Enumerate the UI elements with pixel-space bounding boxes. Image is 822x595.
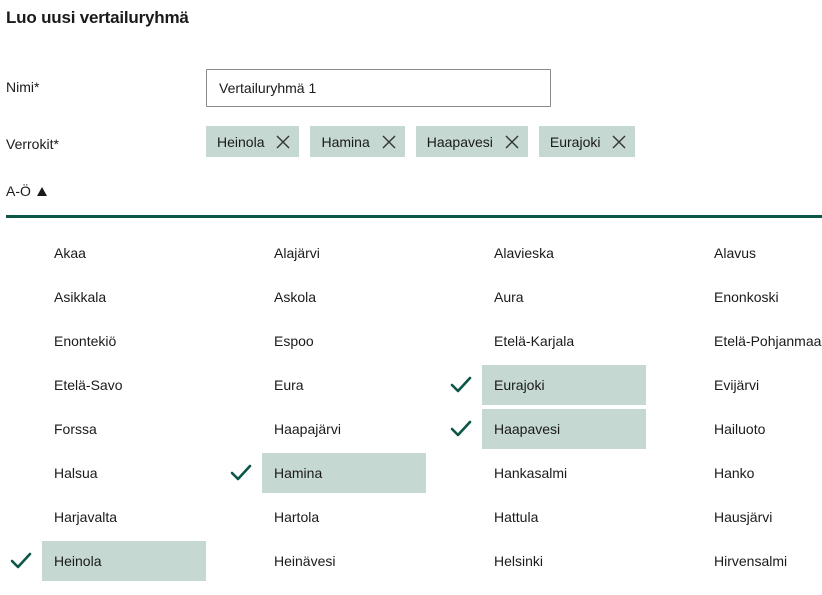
municipality-label: Alavus [714, 245, 757, 261]
selected-chip: Eurajoki [538, 126, 636, 157]
municipality-label: Haapavesi [494, 421, 561, 437]
compare-group-dialog: Luo uusi vertailuryhmä Nimi* Verrokit* H… [0, 0, 822, 595]
municipality-item[interactable]: Etelä-Pohjanmaa [702, 321, 822, 361]
municipality-item[interactable]: Forssa [42, 409, 206, 449]
municipality-item[interactable]: Etelä-Savo [42, 365, 206, 405]
municipality-item[interactable]: Helsinki [482, 541, 646, 581]
municipality-label: Harjavalta [54, 509, 118, 525]
municipality-item[interactable]: Hamina [262, 453, 426, 493]
municipality-label: Haapajärvi [274, 421, 341, 437]
sort-ascending-icon [36, 186, 47, 196]
municipality-label: Akaa [54, 245, 86, 261]
municipality-label: Evijärvi [714, 377, 760, 393]
municipality-label: Forssa [54, 421, 97, 437]
chip-label: Haapavesi [426, 133, 493, 150]
municipality-item[interactable]: Eura [262, 365, 426, 405]
chip-label: Eurajoki [549, 133, 601, 150]
selected-chips: Heinola Hamina Haapavesi Eurajoki [206, 126, 636, 157]
municipality-label: Hankasalmi [494, 465, 568, 481]
remove-chip-icon[interactable] [276, 135, 290, 149]
name-input[interactable] [206, 69, 551, 107]
municipality-label: Eurajoki [494, 377, 545, 393]
municipality-label: Askola [274, 289, 317, 305]
municipality-label: Hartola [274, 509, 320, 525]
sort-label: A-Ö [6, 183, 31, 199]
municipality-item[interactable]: Heinävesi [262, 541, 426, 581]
checkmark-icon [10, 552, 32, 569]
municipality-label: Hausjärvi [714, 509, 773, 525]
municipality-item[interactable]: Asikkala [42, 277, 206, 317]
municipality-label: Alavieska [494, 245, 554, 261]
name-label: Nimi* [6, 79, 40, 95]
checkmark-icon [450, 376, 472, 393]
divider [6, 215, 822, 218]
municipality-item[interactable]: Eurajoki [482, 365, 646, 405]
municipality-item[interactable]: Haapajärvi [262, 409, 426, 449]
municipality-label: Espoo [274, 333, 314, 349]
municipality-label: Halsua [54, 465, 98, 481]
chip-label: Heinola [217, 133, 265, 150]
municipality-item[interactable]: Askola [262, 277, 426, 317]
municipality-label: Etelä-Karjala [494, 333, 575, 349]
municipality-label: Eura [274, 377, 304, 393]
municipality-item[interactable]: Akaa [42, 233, 206, 273]
municipality-label: Hailuoto [714, 421, 766, 437]
municipality-item[interactable]: Heinola [42, 541, 206, 581]
municipality-item[interactable]: Harjavalta [42, 497, 206, 537]
municipality-item[interactable]: Haapavesi [482, 409, 646, 449]
municipality-label: Enontekiö [54, 333, 117, 349]
municipality-label: Helsinki [494, 553, 544, 569]
municipality-item[interactable]: Etelä-Karjala [482, 321, 646, 361]
municipality-label: Enonkoski [714, 289, 779, 305]
municipality-item[interactable]: Hartola [262, 497, 426, 537]
page-title: Luo uusi vertailuryhmä [6, 8, 189, 27]
municipality-label: Hattula [494, 509, 539, 525]
municipality-item[interactable]: Enontekiö [42, 321, 206, 361]
municipality-item[interactable]: Alavus [702, 233, 822, 273]
checkmark-icon [230, 464, 252, 481]
municipality-label: Heinävesi [274, 553, 336, 569]
municipality-label: Hamina [274, 465, 323, 481]
selected-chip: Haapavesi [415, 126, 528, 157]
municipality-item[interactable]: Hanko [702, 453, 822, 493]
municipality-label: Etelä-Savo [54, 377, 123, 393]
checkmark-icon [450, 420, 472, 437]
municipality-item[interactable]: Hailuoto [702, 409, 822, 449]
sort-toggle[interactable]: A-Ö [6, 183, 47, 199]
municipality-item[interactable]: Hankasalmi [482, 453, 646, 493]
remove-chip-icon[interactable] [382, 135, 396, 149]
municipality-label: Alajärvi [274, 245, 320, 261]
municipality-label: Asikkala [54, 289, 107, 305]
municipality-label: Etelä-Pohjanmaa [714, 333, 822, 349]
municipality-label: Heinola [54, 553, 102, 569]
selected-chip: Heinola [206, 126, 300, 157]
municipality-item[interactable]: Evijärvi [702, 365, 822, 405]
municipality-item[interactable]: Alajärvi [262, 233, 426, 273]
municipality-item[interactable]: Hirvensalmi [702, 541, 822, 581]
municipality-item[interactable]: Enonkoski [702, 277, 822, 317]
municipality-item[interactable]: Hausjärvi [702, 497, 822, 537]
municipality-item[interactable]: Alavieska [482, 233, 646, 273]
municipality-item[interactable]: Espoo [262, 321, 426, 361]
municipality-label: Hirvensalmi [714, 553, 788, 569]
municipality-label: Hanko [714, 465, 755, 481]
networks-label: Verrokit* [6, 136, 59, 152]
chip-label: Hamina [321, 133, 370, 150]
municipality-item[interactable]: Aura [482, 277, 646, 317]
selected-chip: Hamina [310, 126, 405, 157]
municipality-item[interactable]: Halsua [42, 453, 206, 493]
remove-chip-icon[interactable] [612, 135, 626, 149]
municipality-item[interactable]: Hattula [482, 497, 646, 537]
municipality-label: Aura [494, 289, 524, 305]
remove-chip-icon[interactable] [505, 135, 519, 149]
